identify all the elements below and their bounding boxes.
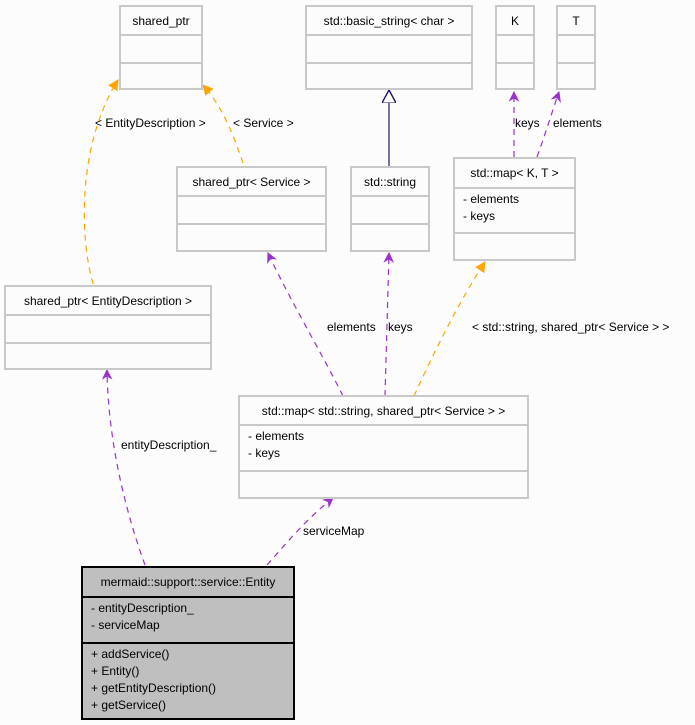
class-t[interactable]: T [556, 5, 596, 90]
methods-section [121, 62, 201, 88]
methods-section [307, 62, 471, 88]
method-get-service: + getService() [91, 698, 167, 712]
attribute-keys: - keys [463, 209, 496, 223]
class-std-string[interactable]: std::string [350, 166, 430, 252]
class-shared-ptr-service[interactable]: shared_ptr< Service > [176, 166, 327, 252]
attributes-section [178, 195, 325, 223]
class-title: mermaid::support::service::Entity [100, 575, 276, 589]
class-basic-string[interactable]: std::basic_string< char > [305, 5, 473, 90]
attribute-service-map: - serviceMap [91, 618, 160, 632]
label-map-keys: keys [515, 116, 540, 130]
class-std-map-kt[interactable]: std::map< K, T > - elements - keys [453, 157, 576, 261]
class-title: T [572, 13, 580, 28]
methods-section [455, 232, 574, 259]
class-title: std::string [363, 174, 417, 189]
attribute-elements: - elements [248, 429, 305, 443]
attributes-section [497, 34, 533, 62]
attributes-section [307, 34, 471, 62]
methods-section [352, 223, 428, 250]
class-title: shared_ptr< EntityDescription > [23, 293, 193, 308]
methods-section [497, 62, 533, 88]
class-title: shared_ptr< Service > [192, 174, 311, 189]
class-title: std::map< K, T > [470, 166, 559, 180]
method-add-service: + addService() [91, 647, 170, 661]
attributes-section [121, 34, 201, 62]
attributes-section [352, 195, 428, 223]
class-title: std::basic_string< char > [323, 13, 455, 28]
methods-section [6, 342, 210, 368]
label-servicemap-template: < std::string, shared_ptr< Service > > [472, 320, 670, 334]
methods-section: + addService() + Entity() + getEntityDes… [83, 642, 293, 718]
label-servicemap-elements: elements [327, 320, 376, 334]
method-get-entity-description: + getEntityDescription() [91, 681, 217, 695]
attributes-section: - entityDescription_ - serviceMap [83, 596, 293, 642]
attributes-section [558, 34, 594, 62]
edge-entitydesc-template [83, 79, 119, 285]
attribute-entity-description: - entityDescription_ [91, 601, 194, 615]
label-servicemap-keys: keys [388, 320, 413, 334]
label-entity-servicemap: serviceMap [303, 524, 365, 538]
label-entity-entitydesc: entityDescription_ [121, 438, 217, 452]
attribute-keys: - keys [248, 446, 281, 460]
methods-section [240, 470, 527, 497]
class-title: shared_ptr [132, 13, 190, 28]
class-shared-ptr-entitydescription[interactable]: shared_ptr< EntityDescription > [4, 285, 212, 370]
label-entitydesc-template: < EntityDescription > [95, 116, 206, 130]
class-title: std::map< std::string, shared_ptr< Servi… [261, 403, 506, 418]
edge-entity-entitydesc [101, 368, 146, 566]
method-entity: + Entity() [91, 664, 140, 678]
methods-section [558, 62, 594, 88]
class-shared-ptr[interactable]: shared_ptr [119, 5, 203, 90]
class-title: K [510, 13, 519, 28]
class-entity[interactable]: mermaid::support::service::Entity - enti… [81, 566, 295, 720]
methods-section [178, 223, 325, 250]
attributes-section [6, 314, 210, 342]
attributes-section: - elements - keys [240, 424, 527, 470]
label-service-template: < Service > [233, 116, 294, 130]
class-k[interactable]: K [495, 5, 535, 90]
label-map-elements: elements [553, 116, 602, 130]
attribute-elements: - elements [463, 192, 520, 206]
attributes-section: - elements - keys [455, 187, 574, 232]
class-std-map-service[interactable]: std::map< std::string, shared_ptr< Servi… [238, 395, 529, 499]
